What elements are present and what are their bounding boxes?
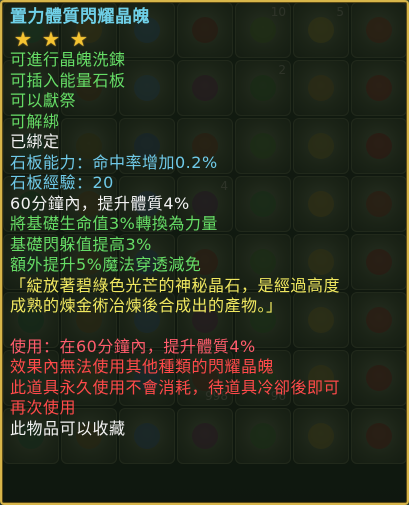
item-tooltip: 置力體質閃耀晶魄 ★ ★ ★ 可進行晶魄洗鍊 可插入能量石板 可以獻祭 可解綁 … bbox=[0, 0, 409, 505]
star-icon: ★ bbox=[69, 27, 88, 51]
item-title: 置力體質閃耀晶魄 bbox=[10, 7, 150, 27]
game-screen: 10 5 2 4 bbox=[0, 0, 409, 505]
item-effect: 基礎閃躲值提高3% bbox=[10, 234, 152, 254]
item-description: 「綻放著碧綠色光芒的神秘晶石，是經過高度 bbox=[10, 275, 341, 295]
permanent-note: 再次使用 bbox=[10, 398, 77, 417]
item-effect: 60分鐘內，提升體質4% bbox=[10, 193, 190, 213]
permanent-note: 此道具永久使用不會消耗，待道具冷卻後即可 bbox=[10, 377, 341, 397]
usage-text: 使用：在60分鐘內，提升體質4% bbox=[10, 336, 256, 356]
item-property: 可進行晶魄洗鍊 bbox=[10, 50, 126, 69]
slate-experience: 石板經驗：20 bbox=[10, 173, 114, 192]
collectible-note: 此物品可以收藏 bbox=[10, 418, 126, 438]
slate-ability: 石板能力：命中率增加0.2% bbox=[10, 152, 218, 172]
item-property: 可插入能量石板 bbox=[10, 70, 126, 90]
item-property: 可以獻祭 bbox=[10, 91, 77, 110]
item-star-rating: ★ ★ ★ bbox=[10, 28, 399, 50]
item-effect: 額外提升5%魔法穿透減免 bbox=[10, 255, 202, 274]
item-effect: 將基礎生命值3%轉換為力量 bbox=[10, 214, 218, 233]
star-icon: ★ bbox=[14, 27, 32, 51]
star-icon: ★ bbox=[41, 27, 60, 51]
item-property: 可解綁 bbox=[10, 111, 60, 131]
usage-note: 效果內無法使用其他種類的閃耀晶魄 bbox=[10, 357, 275, 376]
bound-status: 已綁定 bbox=[10, 132, 60, 151]
item-description: 成熟的煉金術冶煉後合成出的產物。」 bbox=[10, 296, 283, 315]
